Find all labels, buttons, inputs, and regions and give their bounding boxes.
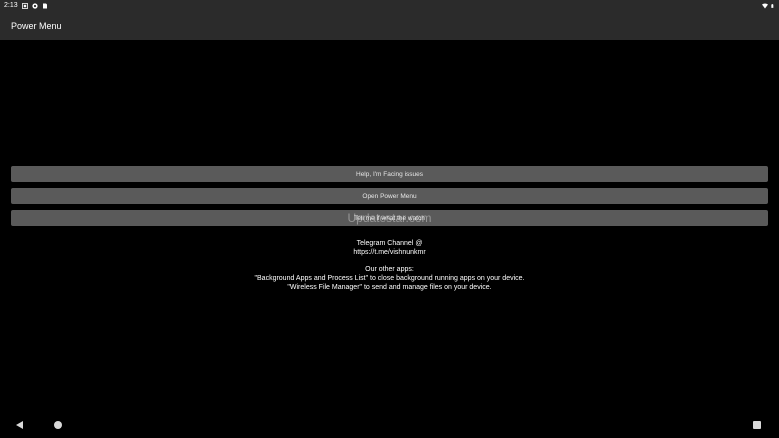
- status-left: 2:13: [0, 2, 48, 9]
- screen: 2:13 Power Menu Help, I'm Facing issues …: [0, 0, 779, 438]
- app-bar: Power Menu: [0, 11, 779, 40]
- other-apps-title: Our other apps:: [365, 266, 414, 273]
- open-power-menu-button-label: Open Power Menu: [362, 192, 417, 200]
- status-right: [762, 3, 779, 9]
- back-icon[interactable]: [16, 421, 23, 429]
- vpn-icon: [32, 2, 38, 9]
- help-button[interactable]: Help, I'm Facing issues: [11, 166, 768, 182]
- third-button-label: Tell me if what the watch: [354, 214, 425, 222]
- status-bar: 2:13: [0, 0, 779, 11]
- other-app-2: "Wireless File Manager" to send and mana…: [287, 284, 492, 291]
- home-icon[interactable]: [54, 421, 62, 429]
- status-time: 2:13: [4, 2, 18, 9]
- telegram-link[interactable]: https://t.me/vishnunkmr: [0, 248, 779, 257]
- notification-icon: [21, 2, 28, 9]
- button-stack: Help, I'm Facing issues Open Power Menu …: [11, 166, 768, 232]
- sd-card-icon: [42, 3, 47, 8]
- wifi-icon: [762, 3, 768, 8]
- info-section: Telegram Channel @ https://t.me/vishnunk…: [0, 239, 779, 292]
- help-button-label: Help, I'm Facing issues: [356, 170, 423, 178]
- third-button[interactable]: Tell me if what the watch Updatestar.com: [11, 210, 768, 226]
- navigation-bar: [0, 414, 779, 438]
- recents-icon[interactable]: [753, 421, 761, 429]
- telegram-title: Telegram Channel @: [356, 240, 423, 247]
- other-app-1: "Background Apps and Process List" to cl…: [254, 275, 525, 282]
- app-title: Power Menu: [11, 20, 62, 31]
- battery-icon: [771, 3, 774, 8]
- open-power-menu-button[interactable]: Open Power Menu: [11, 188, 768, 204]
